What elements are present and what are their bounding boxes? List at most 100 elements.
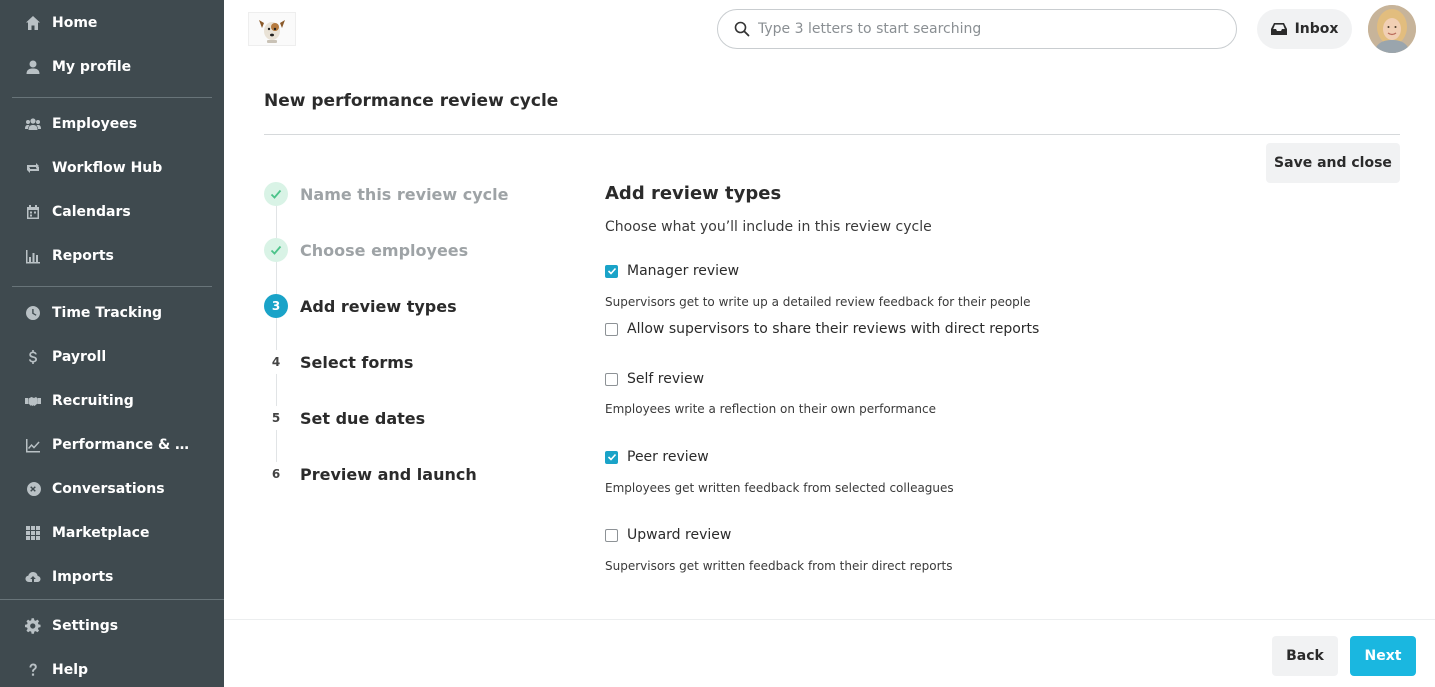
search-input[interactable] (758, 21, 1198, 37)
inbox-icon (1270, 23, 1287, 35)
sidebar-item-label: Settings (52, 618, 119, 634)
sidebar-item-help[interactable]: Help (0, 650, 224, 687)
option-label: Upward review (627, 527, 732, 543)
sidebar-item-home[interactable]: Home (0, 3, 224, 43)
sidebar-item-label: Workflow Hub (52, 160, 163, 176)
sidebar-item-label: Imports (52, 569, 114, 585)
sidebar-item-my-profile[interactable]: My profile (0, 47, 224, 87)
step-preview-and-launch[interactable]: 6 Preview and launch (264, 460, 477, 488)
company-logo[interactable] (248, 12, 296, 46)
sidebar-item-time-tracking[interactable]: Time Tracking (0, 293, 224, 333)
step-set-due-dates[interactable]: 5 Set due dates (264, 404, 425, 432)
step-label: Set due dates (300, 408, 426, 428)
sidebar-item-label: Calendars (52, 204, 131, 220)
self-review-option[interactable]: Self review (605, 371, 704, 387)
sidebar-divider (12, 97, 212, 98)
grid-icon (24, 524, 42, 542)
inbox-label: Inbox (1294, 21, 1339, 37)
option-description: Employees write a reflection on their ow… (605, 402, 937, 416)
step-number: 3 (264, 294, 288, 318)
dog-logo-icon (259, 20, 285, 43)
check-icon (607, 267, 616, 275)
sidebar-item-imports[interactable]: Imports (0, 557, 224, 597)
section-title: Add review types (605, 183, 782, 204)
sidebar-item-workflow-hub[interactable]: Workflow Hub (0, 148, 224, 188)
people-icon (24, 115, 42, 133)
step-choose-employees[interactable]: Choose employees (264, 236, 468, 264)
sidebar-item-label: Time Tracking (52, 305, 163, 321)
sidebar-item-settings[interactable]: Settings (0, 606, 224, 646)
share-reviews-option[interactable]: Allow supervisors to share their reviews… (605, 321, 1039, 337)
user-icon (24, 58, 42, 76)
avatar-photo-icon (1368, 5, 1416, 53)
handshake-icon (24, 392, 42, 410)
step-label: Preview and launch (300, 464, 477, 484)
option-description: Supervisors get written feedback from th… (605, 559, 953, 573)
check-icon (270, 189, 282, 199)
step-number: 4 (264, 350, 288, 374)
sidebar-item-label: Conversations (52, 481, 165, 497)
back-button[interactable]: Back (1272, 636, 1338, 676)
step-label: Select forms (300, 352, 414, 372)
home-icon (24, 14, 42, 32)
sidebar: Home My profile Employees Workflow Hub C… (0, 0, 224, 687)
cloud-upload-icon (24, 568, 42, 586)
check-icon (607, 453, 616, 461)
upward-review-option[interactable]: Upward review (605, 527, 731, 543)
user-avatar[interactable] (1368, 5, 1416, 53)
step-add-review-types[interactable]: 3 Add review types (264, 292, 457, 320)
self-review-checkbox[interactable] (605, 372, 618, 386)
peer-review-option[interactable]: Peer review (605, 449, 709, 465)
sidebar-item-label: Help (52, 662, 89, 678)
peer-review-checkbox[interactable] (605, 450, 618, 464)
share-reviews-checkbox[interactable] (605, 322, 618, 336)
sidebar-item-label: My profile (52, 59, 132, 75)
upward-review-checkbox[interactable] (605, 528, 618, 542)
option-label: Allow supervisors to share their reviews… (627, 321, 1040, 337)
step-name-review-cycle[interactable]: Name this review cycle (264, 180, 509, 208)
clock-icon (24, 304, 42, 322)
search-icon (734, 21, 750, 37)
step-complete-marker (264, 182, 288, 206)
calendar-icon (24, 203, 42, 221)
sidebar-item-label: Recruiting (52, 393, 134, 409)
sidebar-item-reports[interactable]: Reports (0, 236, 224, 276)
line-chart-icon (24, 436, 42, 454)
step-complete-marker (264, 238, 288, 262)
save-and-close-button[interactable]: Save and close (1266, 143, 1400, 183)
check-icon (270, 245, 282, 255)
sidebar-item-payroll[interactable]: Payroll (0, 337, 224, 377)
search-bar[interactable] (717, 9, 1237, 49)
option-label: Peer review (627, 449, 709, 465)
next-button[interactable]: Next (1350, 636, 1416, 676)
sidebar-item-label: Marketplace (52, 525, 150, 541)
gear-icon (24, 617, 42, 635)
option-label: Self review (627, 371, 705, 387)
footer-divider (224, 619, 1435, 620)
step-label: Add review types (300, 296, 457, 316)
option-label: Manager review (627, 263, 740, 279)
inbox-button[interactable]: Inbox (1257, 9, 1352, 49)
step-number: 6 (264, 462, 288, 486)
step-select-forms[interactable]: 4 Select forms (264, 348, 413, 376)
manager-review-checkbox[interactable] (605, 264, 618, 278)
question-icon (24, 661, 42, 679)
section-subtitle: Choose what you’ll include in this revie… (605, 219, 932, 235)
sidebar-item-employees[interactable]: Employees (0, 104, 224, 144)
step-label: Choose employees (300, 240, 469, 260)
sidebar-item-recruiting[interactable]: Recruiting (0, 381, 224, 421)
sidebar-divider (0, 599, 224, 600)
sidebar-item-label: Performance & D... (52, 437, 192, 453)
sidebar-item-conversations[interactable]: Conversations (0, 469, 224, 509)
sidebar-item-marketplace[interactable]: Marketplace (0, 513, 224, 553)
option-description: Supervisors get to write up a detailed r… (605, 295, 1031, 309)
step-number: 5 (264, 406, 288, 430)
manager-review-option[interactable]: Manager review (605, 263, 739, 279)
option-description: Employees get written feedback from sele… (605, 481, 954, 495)
sidebar-item-calendars[interactable]: Calendars (0, 192, 224, 232)
loop-icon (24, 159, 42, 177)
sidebar-item-performance[interactable]: Performance & D... (0, 425, 224, 465)
title-divider (264, 134, 1400, 135)
sidebar-item-label: Payroll (52, 349, 107, 365)
dollar-icon (24, 348, 42, 366)
